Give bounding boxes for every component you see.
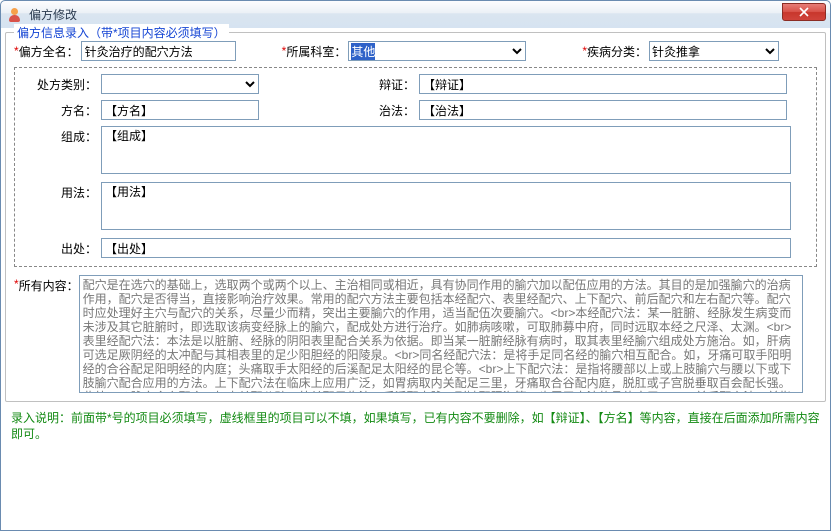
all-label: 所有内容： [19, 275, 79, 294]
category-select[interactable] [649, 41, 779, 61]
chuchu-label: 出处： [19, 240, 101, 257]
fangming-input[interactable] [101, 100, 259, 120]
zhifa-input[interactable] [419, 100, 787, 120]
fangming-label: 方名： [19, 102, 101, 119]
footer-note: 录入说明：前面带*号的项目必须填写，虚线框里的项目可以不填，如果填写，已有内容不… [5, 406, 826, 444]
type-label: 处方类别： [19, 76, 101, 93]
window-title: 偏方修改 [29, 6, 77, 23]
group-legend: 偏方信息录入（带*项目内容必须填写） [14, 24, 229, 41]
type-select[interactable] [101, 74, 259, 94]
bianzheng-label: 辩证： [379, 76, 419, 93]
zucheng-label: 组成： [19, 126, 101, 145]
close-icon [799, 7, 809, 17]
category-label: 疾病分类： [587, 43, 649, 60]
yongfa-label: 用法： [19, 182, 101, 201]
zucheng-input[interactable] [101, 126, 791, 174]
yongfa-input[interactable] [101, 182, 791, 230]
name-input[interactable] [81, 41, 236, 61]
chuchu-input[interactable] [101, 238, 791, 258]
bianzheng-input[interactable] [419, 74, 787, 94]
app-icon [7, 7, 23, 23]
zhifa-label: 治法： [379, 102, 419, 119]
dept-label: 所属科室： [286, 43, 348, 60]
all-content-input[interactable] [79, 275, 803, 393]
name-label: 偏方全名： [19, 43, 81, 60]
dept-select[interactable] [348, 41, 526, 61]
close-button[interactable] [782, 3, 826, 21]
